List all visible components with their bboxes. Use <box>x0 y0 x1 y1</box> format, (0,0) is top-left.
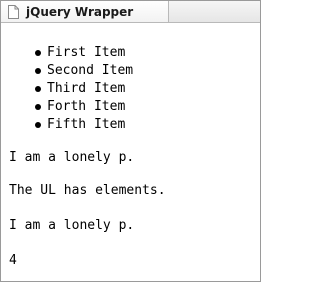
bullet-icon <box>35 86 41 92</box>
list-item-label: First Item <box>47 45 126 60</box>
browser-window: jQuery Wrapper First Item Second Item Th… <box>0 0 261 282</box>
item-list: First Item Second Item Third Item Forth … <box>9 44 133 134</box>
page-content: First Item Second Item Third Item Forth … <box>9 22 260 281</box>
bullet-icon <box>35 68 41 74</box>
list-item-label: Fifth Item <box>47 117 126 132</box>
page-icon <box>8 4 19 19</box>
count-output: 4 <box>9 253 17 268</box>
list-item: Fifth Item <box>9 116 133 134</box>
list-item-label: Third Item <box>47 81 126 96</box>
list-item: Second Item <box>9 62 133 80</box>
paragraph-ul-status: The UL has elements. <box>9 183 166 198</box>
tab-title: jQuery Wrapper <box>26 4 134 19</box>
list-item: Forth Item <box>9 98 133 116</box>
bullet-icon <box>35 50 41 56</box>
list-item: Third Item <box>9 80 133 98</box>
list-item-label: Forth Item <box>47 99 126 114</box>
paragraph-lonely-1: I am a lonely p. <box>9 150 135 165</box>
bullet-icon <box>35 122 41 128</box>
list-item-label: Second Item <box>47 63 134 78</box>
browser-tab[interactable]: jQuery Wrapper <box>1 1 169 22</box>
bullet-icon <box>35 104 41 110</box>
paragraph-lonely-2: I am a lonely p. <box>9 218 135 233</box>
list-item: First Item <box>9 44 133 62</box>
tab-strip: jQuery Wrapper <box>1 1 260 23</box>
